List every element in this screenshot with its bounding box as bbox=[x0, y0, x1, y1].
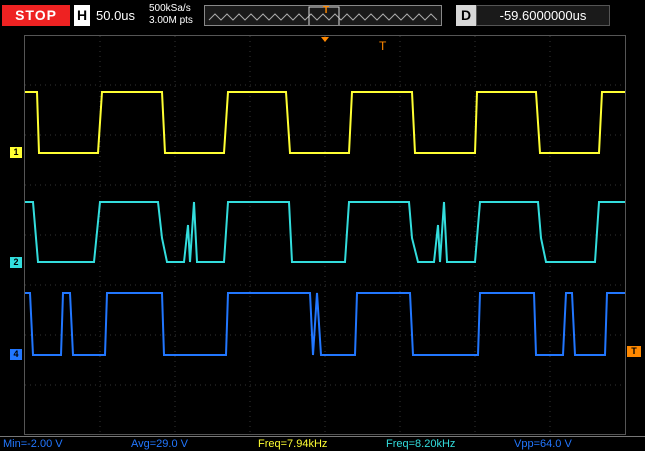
graticule bbox=[25, 36, 625, 434]
waveform-overlay bbox=[25, 36, 625, 434]
measurement-vpp[interactable]: Vpp=64.0 V bbox=[511, 436, 645, 450]
measurement-bar: Min=-2.00 V Avg=29.0 V Freq=7.94kHz Freq… bbox=[0, 435, 645, 450]
trigger-level-marker[interactable]: T bbox=[627, 346, 641, 357]
trigger-marker-top[interactable]: T bbox=[379, 39, 386, 53]
channel-2-ground-marker[interactable]: 2 bbox=[10, 257, 22, 268]
channel-4-ground-marker[interactable]: 4 bbox=[10, 349, 22, 360]
measurement-min[interactable]: Min=-2.00 V bbox=[0, 436, 128, 450]
measurement-freq-ch2[interactable]: Freq=8.20kHz bbox=[383, 436, 511, 450]
channel-4-trace bbox=[25, 292, 625, 356]
channel-1-ground-marker[interactable]: 1 bbox=[10, 147, 22, 158]
measurement-freq-ch1[interactable]: Freq=7.94kHz bbox=[255, 436, 383, 450]
measurement-avg[interactable]: Avg=29.0 V bbox=[128, 436, 255, 450]
trigger-position-marker bbox=[321, 37, 329, 42]
